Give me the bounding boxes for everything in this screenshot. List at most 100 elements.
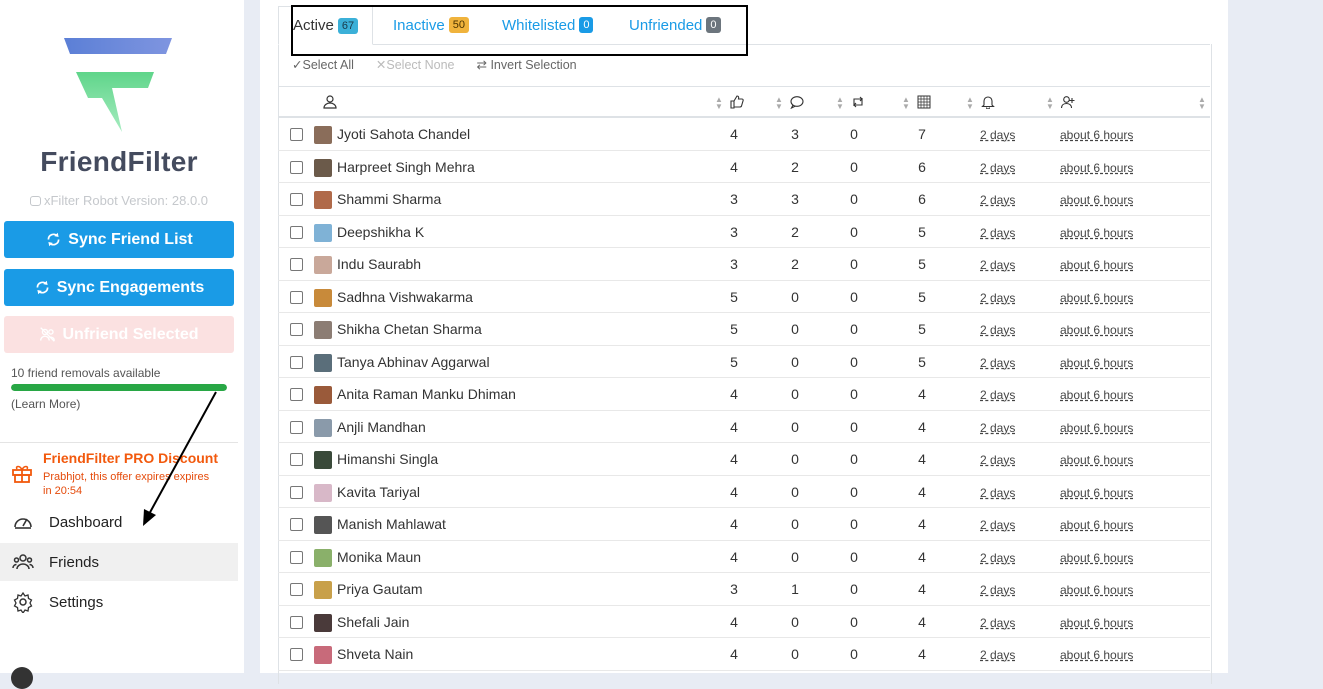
row-checkbox[interactable]: [290, 615, 303, 629]
row-checkbox[interactable]: [290, 583, 303, 596]
sort-icon[interactable]: ▲ ▼: [1198, 96, 1206, 111]
user-avatar[interactable]: [11, 667, 33, 689]
sort-icon[interactable]: ▲ ▼: [1046, 96, 1054, 111]
invert-selection-button[interactable]: ⇄ Invert Selection: [477, 57, 577, 72]
nav-dashboard[interactable]: Dashboard: [0, 503, 238, 541]
tab-unfriended[interactable]: Unfriended 0: [629, 6, 721, 44]
last-engagement[interactable]: 2 days: [980, 551, 1015, 565]
sort-icon[interactable]: ▲ ▼: [902, 96, 910, 111]
nav-friends[interactable]: Friends: [0, 543, 238, 581]
friend-name[interactable]: Shammi Sharma: [337, 191, 441, 207]
last-engagement[interactable]: 2 days: [980, 161, 1015, 175]
sort-icon[interactable]: ▲ ▼: [715, 96, 723, 111]
last-engagement[interactable]: 2 days: [980, 648, 1015, 662]
last-engagement[interactable]: 2 days: [980, 583, 1015, 597]
friend-name[interactable]: Sadhna Vishwakarma: [337, 289, 473, 305]
row-checkbox[interactable]: [290, 225, 303, 239]
bell-icon[interactable]: [981, 95, 995, 109]
nav-settings[interactable]: Settings: [0, 583, 238, 621]
table-row[interactable]: Indu Saurabh 3 2 0 5 2 days about 6 hours: [278, 248, 1210, 281]
last-engagement[interactable]: 2 days: [980, 258, 1015, 272]
last-engagement[interactable]: 2 days: [980, 226, 1015, 240]
friend-added[interactable]: about 6 hours: [1060, 258, 1133, 272]
friend-name[interactable]: Deepshikha K: [337, 224, 424, 240]
last-engagement[interactable]: 2 days: [980, 453, 1015, 467]
sync-friend-list-button[interactable]: Sync Friend List: [4, 221, 234, 258]
last-engagement[interactable]: 2 days: [980, 518, 1015, 532]
promo-title[interactable]: FriendFilter PRO Discount: [43, 450, 218, 466]
friend-added[interactable]: about 6 hours: [1060, 388, 1133, 402]
friend-added[interactable]: about 6 hours: [1060, 421, 1133, 435]
table-row[interactable]: Monika Maun 4 0 0 4 2 days about 6 hours: [278, 541, 1210, 573]
friend-added[interactable]: about 6 hours: [1060, 518, 1133, 532]
last-engagement[interactable]: 2 days: [980, 388, 1015, 402]
friend-added[interactable]: about 6 hours: [1060, 291, 1133, 305]
last-engagement[interactable]: 2 days: [980, 356, 1015, 370]
table-row[interactable]: Harpreet Singh Mehra 4 2 0 6 2 days about 6 ho…: [278, 151, 1210, 183]
row-checkbox[interactable]: [290, 160, 303, 174]
table-row[interactable]: Manish Mahlawat 4 0 0 4 2 days about 6 hours: [278, 508, 1210, 541]
sync-engagements-button[interactable]: Sync Engagements: [4, 269, 234, 306]
learn-more-link[interactable]: (Learn More): [11, 397, 80, 411]
tab-active[interactable]: Active 67: [278, 6, 374, 45]
table-row[interactable]: Jyoti Sahota Chandel 4 3 0 7 2 days about 6 ho…: [278, 118, 1210, 151]
share-icon[interactable]: [851, 95, 865, 109]
row-checkbox[interactable]: [290, 648, 303, 661]
table-row[interactable]: Sadhna Vishwakarma 5 0 0 5 2 days about 6 hour…: [278, 281, 1210, 313]
row-checkbox[interactable]: [290, 258, 303, 271]
friend-name[interactable]: Anita Raman Manku Dhiman: [337, 386, 516, 402]
friend-name[interactable]: Manish Mahlawat: [337, 516, 446, 532]
sort-icon[interactable]: ▲ ▼: [775, 96, 783, 111]
last-engagement[interactable]: 2 days: [980, 291, 1015, 305]
row-checkbox[interactable]: [290, 193, 303, 206]
last-engagement[interactable]: 2 days: [980, 486, 1015, 500]
friend-name[interactable]: Priya Gautam: [337, 581, 423, 597]
table-row[interactable]: Shveta Nain 4 0 0 4 2 days about 6 hours: [278, 638, 1210, 671]
table-row[interactable]: Shefali Jain 4 0 0 4 2 days about 6 hours: [278, 606, 1210, 638]
last-engagement[interactable]: 2 days: [980, 616, 1015, 630]
friend-name[interactable]: Anjli Mandhan: [337, 419, 426, 435]
last-engagement[interactable]: 2 days: [980, 193, 1015, 207]
friend-added[interactable]: about 6 hours: [1060, 161, 1133, 175]
tab-inactive[interactable]: Inactive 50: [393, 6, 469, 44]
sort-icon[interactable]: ▲ ▼: [836, 96, 844, 111]
friend-added[interactable]: about 6 hours: [1060, 356, 1133, 370]
select-none-button[interactable]: ✕Select None: [376, 57, 455, 72]
row-checkbox[interactable]: [290, 290, 303, 304]
friend-name[interactable]: Shikha Chetan Sharma: [337, 321, 482, 337]
friend-name[interactable]: Shveta Nain: [337, 646, 413, 662]
friend-added[interactable]: about 6 hours: [1060, 616, 1133, 630]
friend-added[interactable]: about 6 hours: [1060, 583, 1133, 597]
friend-name[interactable]: Shefali Jain: [337, 614, 409, 630]
friend-name[interactable]: Tanya Abhinav Aggarwal: [337, 354, 490, 370]
friend-added[interactable]: about 6 hours: [1060, 323, 1133, 337]
friend-added[interactable]: about 6 hours: [1060, 128, 1133, 142]
row-checkbox[interactable]: [290, 388, 303, 401]
friend-name[interactable]: Monika Maun: [337, 549, 421, 565]
friend-name[interactable]: Kavita Tariyal: [337, 484, 420, 500]
row-checkbox[interactable]: [290, 550, 303, 564]
row-checkbox[interactable]: [290, 323, 303, 336]
friend-name[interactable]: Indu Saurabh: [337, 256, 421, 272]
row-checkbox[interactable]: [290, 518, 303, 531]
table-row[interactable]: Shammi Sharma 3 3 0 6 2 days about 6 hours: [278, 183, 1210, 216]
last-engagement[interactable]: 2 days: [980, 128, 1015, 142]
select-all-button[interactable]: ✓Select All: [292, 57, 354, 72]
friend-added[interactable]: about 6 hours: [1060, 453, 1133, 467]
row-checkbox[interactable]: [290, 128, 303, 141]
friend-added[interactable]: about 6 hours: [1060, 193, 1133, 207]
like-icon[interactable]: [730, 95, 744, 109]
last-engagement[interactable]: 2 days: [980, 323, 1015, 337]
friend-added[interactable]: about 6 hours: [1060, 226, 1133, 240]
add-friend-icon[interactable]: [1061, 95, 1075, 109]
friend-name[interactable]: Himanshi Singla: [337, 451, 438, 467]
friend-name[interactable]: Harpreet Singh Mehra: [337, 159, 475, 175]
row-checkbox[interactable]: [290, 453, 303, 466]
table-row[interactable]: Anita Raman Manku Dhiman 4 0 0 4 2 days about …: [278, 378, 1210, 411]
row-checkbox[interactable]: [290, 485, 303, 499]
table-row[interactable]: Deepshikha K 3 2 0 5 2 days about 6 hours: [278, 216, 1210, 248]
table-row[interactable]: Anjli Mandhan 4 0 0 4 2 days about 6 hours: [278, 411, 1210, 443]
row-checkbox[interactable]: [290, 355, 303, 369]
person-icon[interactable]: [323, 95, 337, 109]
friend-added[interactable]: about 6 hours: [1060, 486, 1133, 500]
